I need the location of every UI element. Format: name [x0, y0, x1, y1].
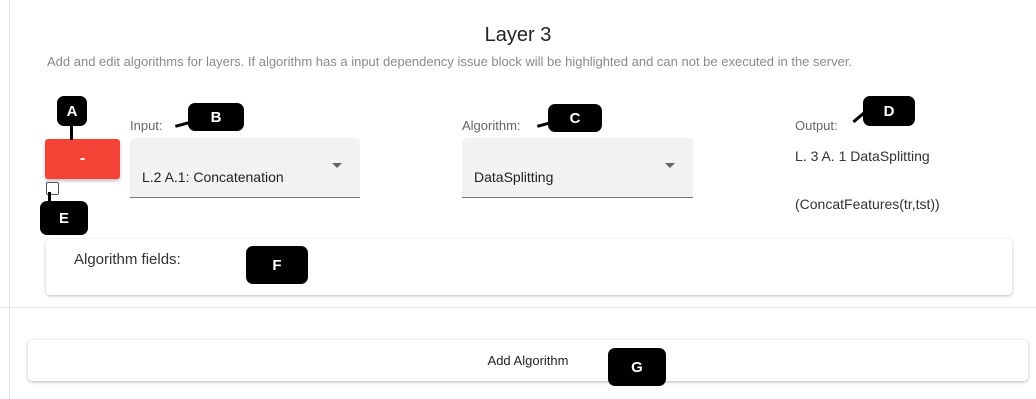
marker-f: F: [246, 246, 308, 284]
input-select-value: L.2 A.1: Concatenation: [142, 169, 284, 185]
algorithm-select-value: DataSplitting: [474, 169, 554, 185]
algorithm-label: Algorithm:: [462, 118, 521, 133]
input-select[interactable]: L.2 A.1: Concatenation: [130, 138, 360, 198]
remove-algorithm-button[interactable]: -: [45, 139, 120, 179]
chevron-down-icon: [332, 163, 342, 168]
input-label: Input:: [130, 118, 163, 133]
output-expression: (ConcatFeatures(tr,tst)): [795, 196, 940, 212]
chevron-down-icon: [665, 163, 675, 168]
output-label: Output:: [795, 118, 838, 133]
add-algorithm-button[interactable]: Add Algorithm: [28, 340, 1028, 381]
output-name: L. 3 A. 1 DataSplitting: [795, 148, 930, 164]
marker-d: D: [863, 96, 915, 126]
marker-b: B: [188, 103, 244, 131]
marker-e: E: [40, 201, 88, 235]
algorithm-fields-label: Algorithm fields:: [74, 251, 181, 268]
marker-c: C: [548, 104, 602, 132]
divider: [0, 307, 1036, 308]
marker-g: G: [608, 348, 666, 386]
layer-title: Layer 3: [484, 24, 552, 46]
layer-description: Add and edit algorithms for layers. If a…: [47, 54, 853, 69]
algorithm-fields-panel: Algorithm fields:: [46, 239, 1012, 295]
algorithm-select[interactable]: DataSplitting: [462, 138, 693, 198]
marker-a: A: [57, 96, 87, 126]
